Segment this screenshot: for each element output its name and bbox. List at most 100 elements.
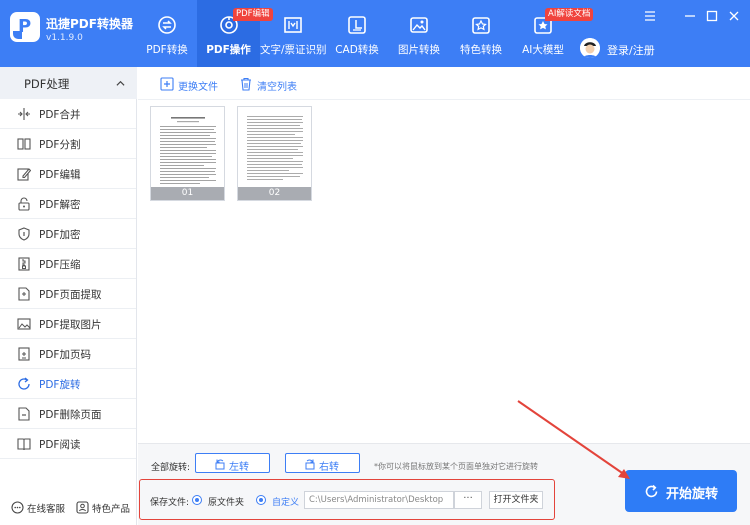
save-file-label: 保存文件: bbox=[150, 498, 190, 508]
rotate-right-icon bbox=[305, 459, 315, 470]
sidebar-item-label: PDF页面提取 bbox=[39, 289, 102, 301]
maximize-icon[interactable] bbox=[705, 9, 719, 23]
sidebar-item-label: PDF分割 bbox=[39, 139, 81, 151]
page-number-label: 01 bbox=[151, 187, 224, 200]
sidebar-item-pdf-extract-image[interactable]: PDF提取图片 bbox=[0, 309, 136, 339]
custom-folder-label[interactable]: 自定义 bbox=[272, 495, 299, 508]
radio-dot bbox=[259, 498, 263, 502]
cad-icon bbox=[348, 16, 366, 34]
sidebar-item-label: PDF删除页面 bbox=[39, 409, 102, 421]
rotate-right-button[interactable]: 右转 bbox=[285, 453, 360, 473]
page-preview bbox=[244, 111, 306, 189]
online-service-label: 在线客服 bbox=[27, 504, 66, 515]
page-number-label: 02 bbox=[238, 187, 311, 200]
sidebar-item-label: PDF阅读 bbox=[39, 439, 81, 451]
sidebar-item-pdf-decrypt[interactable]: PDF解密 bbox=[0, 189, 136, 219]
page-thumbnail[interactable]: 01 bbox=[150, 106, 225, 201]
nav-label: 特色转换 bbox=[460, 44, 502, 56]
browse-path-button[interactable]: ··· bbox=[454, 491, 482, 509]
app-logo: P bbox=[10, 12, 40, 42]
sidebar-item-pdf-split[interactable]: PDF分割 bbox=[0, 129, 136, 159]
nav-label: PDF操作 bbox=[206, 44, 251, 56]
nav-image-convert[interactable]: 图片转换 bbox=[388, 0, 450, 67]
chevron-up-icon bbox=[116, 80, 125, 86]
app-name: 迅捷PDF转换器 bbox=[46, 17, 133, 31]
book-icon bbox=[17, 438, 31, 451]
rotate-left-label: 左转 bbox=[229, 462, 249, 473]
feature-icon bbox=[472, 17, 490, 34]
app-version: v1.1.9.0 bbox=[46, 33, 83, 43]
sidebar-item-pdf-compress[interactable]: PDF压缩 bbox=[0, 249, 136, 279]
unlock-icon bbox=[18, 197, 30, 211]
page-extract-icon bbox=[18, 287, 30, 301]
user-avatar-icon bbox=[580, 38, 600, 58]
rotate-all-label: 全部旋转: bbox=[151, 463, 191, 473]
edit-icon bbox=[17, 168, 31, 181]
featured-products-label: 特色产品 bbox=[92, 504, 131, 515]
nav-cad-convert[interactable]: CAD转换 bbox=[326, 0, 388, 67]
nav-label: CAD转换 bbox=[335, 44, 379, 56]
nav-pdf-convert[interactable]: PDF转换 bbox=[137, 0, 197, 67]
shield-icon bbox=[18, 227, 30, 241]
rotate-icon bbox=[18, 377, 30, 390]
page-number-icon bbox=[18, 347, 30, 361]
sidebar-item-pdf-read[interactable]: PDF阅读 bbox=[0, 429, 136, 459]
sidebar-item-pdf-encrypt[interactable]: PDF加密 bbox=[0, 219, 136, 249]
sidebar-item-pdf-page-number[interactable]: PDF加页码 bbox=[0, 339, 136, 369]
nav-feature-convert[interactable]: 特色转换 bbox=[450, 0, 512, 67]
clear-list-label: 清空列表 bbox=[257, 82, 297, 93]
sidebar-item-label: PDF压缩 bbox=[39, 259, 81, 271]
sidebar-item-label: PDF合并 bbox=[39, 109, 81, 121]
start-rotate-label: 开始旋转 bbox=[666, 487, 719, 502]
sidebar-item-pdf-rotate[interactable]: PDF旋转 bbox=[0, 369, 136, 399]
nav-label: 图片转换 bbox=[398, 44, 440, 56]
image-extract-icon bbox=[17, 318, 31, 330]
source-folder-radio[interactable] bbox=[192, 495, 202, 505]
chat-icon bbox=[11, 501, 24, 514]
avatar[interactable] bbox=[580, 38, 600, 58]
sidebar-item-pdf-page-extract[interactable]: PDF页面提取 bbox=[0, 279, 136, 309]
sidebar-header[interactable]: PDF处理 bbox=[0, 67, 137, 99]
trash-icon bbox=[241, 77, 251, 91]
sidebar-item-label: PDF解密 bbox=[39, 199, 81, 211]
refresh-icon bbox=[645, 484, 658, 498]
page-thumbnail[interactable]: 02 bbox=[237, 106, 312, 201]
sidebar-item-label: PDF加密 bbox=[39, 229, 81, 241]
menu-icon[interactable] bbox=[643, 9, 657, 23]
annotation-arrow bbox=[517, 400, 630, 479]
sidebar-item-pdf-delete-page[interactable]: PDF删除页面 bbox=[0, 399, 136, 429]
minimize-icon[interactable] bbox=[683, 9, 697, 23]
ai-doc-badge: AI解读文档 bbox=[545, 8, 594, 21]
sidebar-item-pdf-edit[interactable]: PDF编辑 bbox=[0, 159, 136, 189]
convert-icon bbox=[158, 16, 176, 34]
source-folder-label[interactable]: 原文件夹 bbox=[208, 495, 244, 508]
close-icon[interactable] bbox=[727, 9, 741, 23]
product-icon bbox=[76, 501, 89, 514]
delete-page-icon bbox=[18, 407, 30, 421]
sidebar-item-pdf-merge[interactable]: PDF合并 bbox=[0, 99, 136, 129]
add-file-icon bbox=[160, 77, 174, 91]
image-icon bbox=[410, 17, 428, 33]
rotate-left-button[interactable]: 左转 bbox=[195, 453, 270, 473]
sidebar: PDF处理 PDF合并 PDF分割 PDF编辑 PDF解密 PDF加密 PDF压… bbox=[0, 67, 137, 525]
start-rotate-button[interactable]: 开始旋转 bbox=[625, 470, 737, 512]
rotate-left-icon bbox=[215, 459, 225, 470]
merge-icon bbox=[18, 108, 30, 120]
open-folder-button[interactable]: 打开文件夹 bbox=[489, 491, 543, 509]
ocr-icon bbox=[284, 17, 302, 33]
rotate-right-label: 右转 bbox=[319, 462, 339, 473]
custom-folder-radio[interactable] bbox=[256, 495, 266, 505]
sidebar-item-label: PDF编辑 bbox=[39, 169, 81, 181]
login-register-link[interactable]: 登录/注册 bbox=[607, 42, 655, 58]
nav-ocr[interactable]: 文字/票证识别 bbox=[260, 0, 327, 67]
nav-label: PDF转换 bbox=[146, 44, 188, 56]
split-icon bbox=[17, 138, 31, 150]
sidebar-item-label: PDF旋转 bbox=[39, 379, 81, 391]
sidebar-item-label: PDF加页码 bbox=[39, 349, 91, 361]
compress-icon bbox=[18, 257, 30, 271]
page-preview bbox=[157, 111, 219, 189]
sidebar-item-label: PDF提取图片 bbox=[39, 319, 102, 331]
save-path-input[interactable] bbox=[304, 491, 454, 509]
title-bar: P 迅捷PDF转换器 v1.1.9.0 PDF转换 PDF操作 PDF编辑 文字… bbox=[0, 0, 750, 67]
replace-file-label: 更换文件 bbox=[178, 82, 218, 93]
